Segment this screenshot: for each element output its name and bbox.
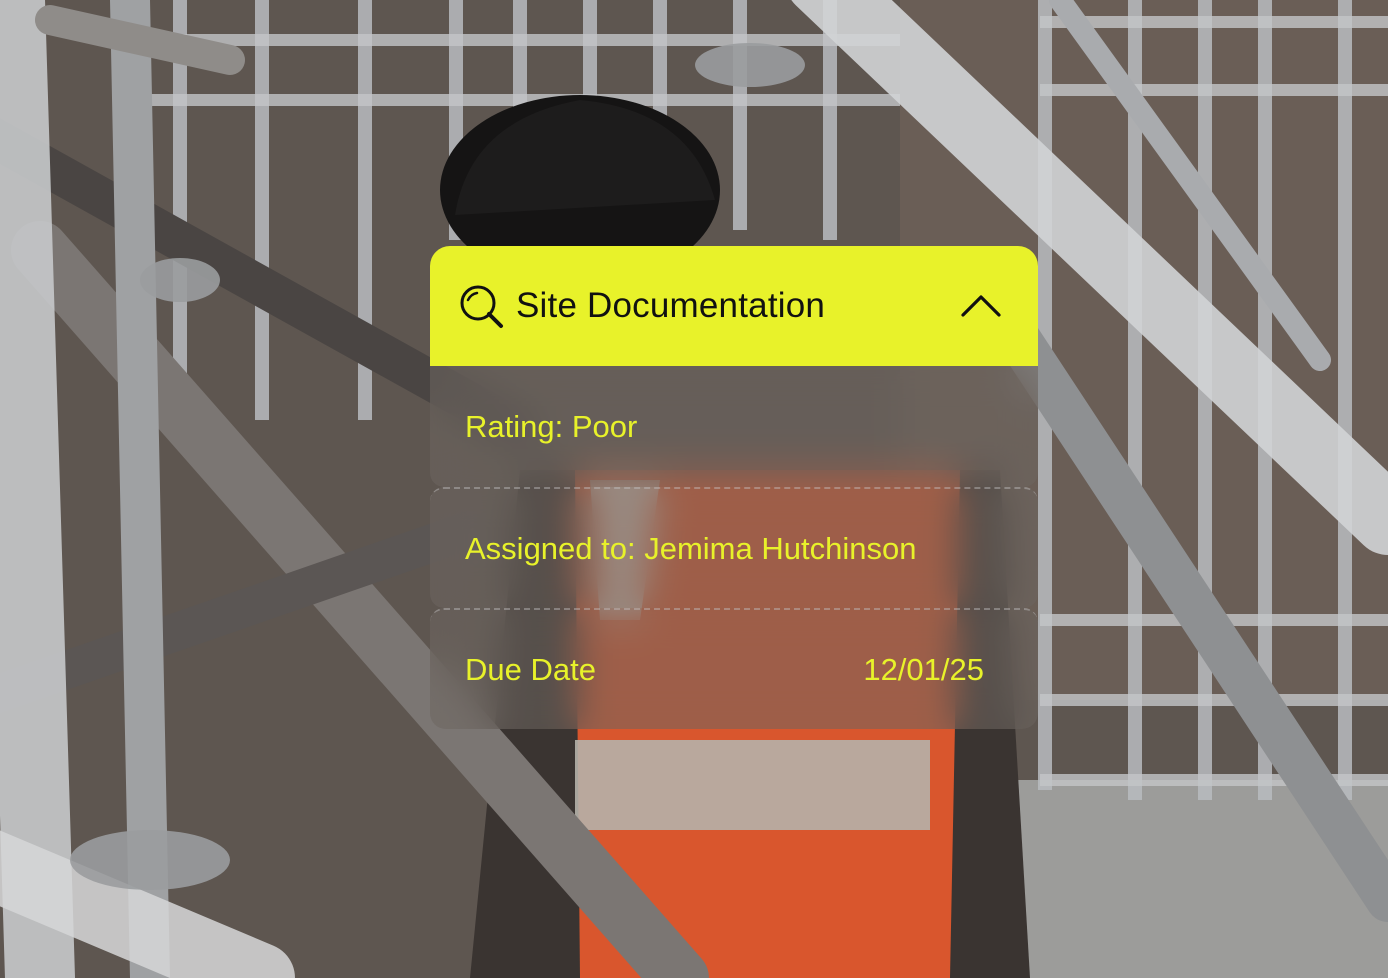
search-icon xyxy=(460,285,503,328)
due-date-row: Due Date 12/01/25 xyxy=(430,608,1038,729)
card-header[interactable]: Site Documentation xyxy=(430,246,1038,366)
site-documentation-card: Site Documentation Rating: Poor Assigned… xyxy=(430,246,1038,729)
rating-row: Rating: Poor xyxy=(430,366,1038,487)
rating-label: Rating: Poor xyxy=(465,408,638,444)
assigned-row: Assigned to: Jemima Hutchinson xyxy=(430,487,1038,608)
due-date-value: 12/01/25 xyxy=(863,651,984,687)
chevron-up-icon[interactable] xyxy=(960,293,1002,319)
card-title: Site Documentation xyxy=(516,286,826,325)
due-date-label: Due Date xyxy=(465,651,596,687)
assignee-label: Assigned to: Jemima Hutchinson xyxy=(465,530,917,566)
